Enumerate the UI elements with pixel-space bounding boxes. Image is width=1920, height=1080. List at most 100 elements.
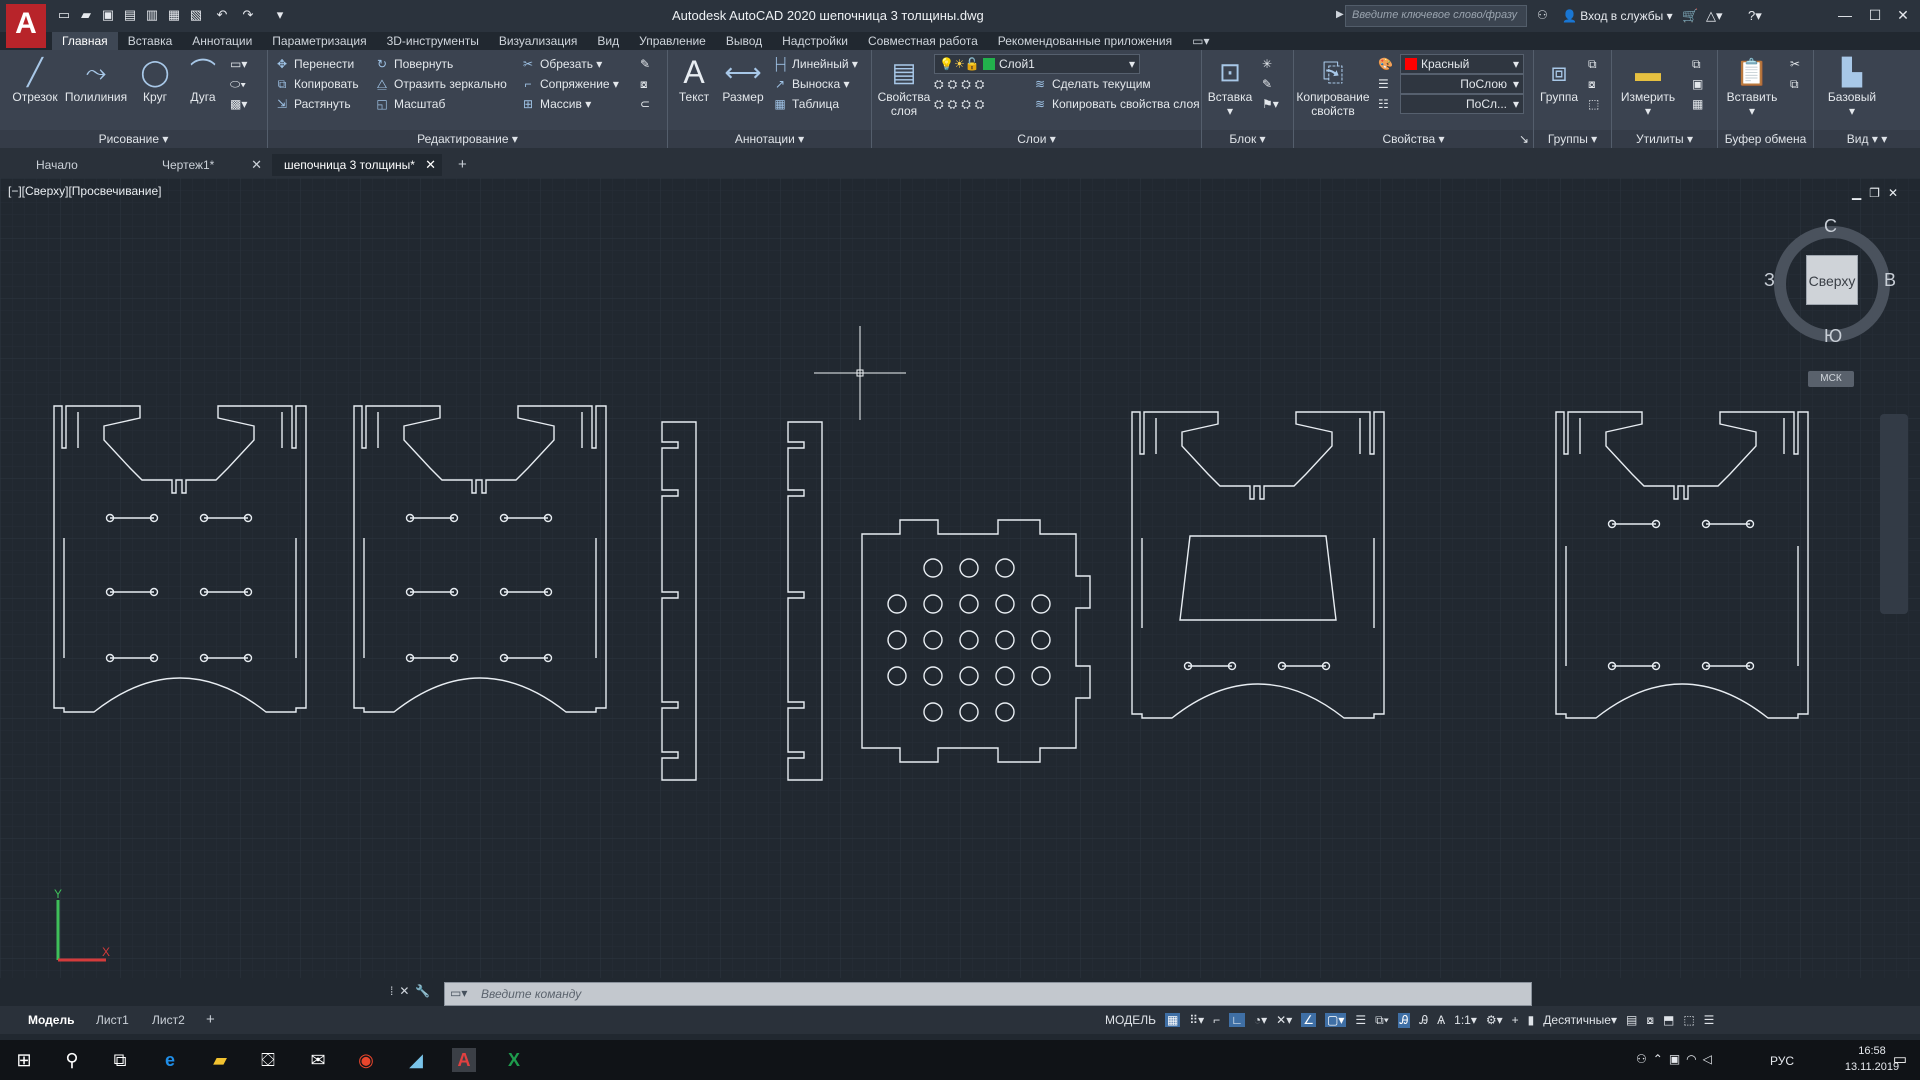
layout-tab-sheet2[interactable]: Лист2 bbox=[142, 1010, 195, 1030]
fillet-button[interactable]: ⌐ Сопряжение ▾ bbox=[520, 74, 618, 94]
leader-button[interactable]: ↗ Выноска ▾ bbox=[772, 74, 850, 94]
volume-icon[interactable]: ◁ bbox=[1703, 1052, 1718, 1066]
undo-icon[interactable]: ↶ bbox=[214, 7, 230, 23]
units-dropdown[interactable]: Десятичные▾ bbox=[1543, 1013, 1617, 1027]
rectangle-icon[interactable]: ▭▾ bbox=[230, 54, 247, 74]
scale-dropdown[interactable]: 1:1▾ bbox=[1454, 1013, 1477, 1027]
store-icon[interactable]: ⛋ bbox=[256, 1048, 280, 1072]
scale-button[interactable]: ◱ Масштаб bbox=[374, 94, 445, 114]
ribbon-tab-4[interactable]: Параметризация bbox=[262, 32, 376, 50]
autocad-logo-button[interactable]: A bbox=[6, 4, 46, 48]
cut-icon[interactable]: ✂ bbox=[1790, 54, 1800, 74]
properties-panel-title[interactable]: Свойства ▾ ↘ bbox=[1294, 130, 1533, 148]
object-snap-tracking-icon[interactable]: ∠ bbox=[1301, 1013, 1316, 1027]
open-icon[interactable]: ▰ bbox=[78, 7, 94, 23]
arc-tool-button[interactable]: ⌒ Дуга bbox=[176, 54, 230, 104]
ribbon-tab-8[interactable]: Управление bbox=[629, 32, 716, 50]
ortho-icon[interactable]: ∟ bbox=[1229, 1013, 1245, 1027]
selection-cycling-icon[interactable]: ⧉▾ bbox=[1375, 1013, 1389, 1028]
calculator-icon[interactable]: ▦ bbox=[1692, 94, 1703, 114]
trim-button[interactable]: ✂ Обрезать ▾ bbox=[520, 54, 602, 74]
windows-start-icon[interactable]: ⊞ bbox=[12, 1048, 36, 1072]
autocad-taskbar-icon[interactable]: A bbox=[452, 1048, 476, 1072]
quick-select-icon[interactable]: ⧉ bbox=[1692, 54, 1701, 74]
wcs-menu-button[interactable]: МСК bbox=[1808, 371, 1854, 387]
minimize-icon[interactable]: — bbox=[1830, 4, 1860, 26]
group-select-icon[interactable]: ⬚ bbox=[1588, 94, 1599, 114]
table-button[interactable]: ▦ Таблица bbox=[772, 94, 839, 114]
copy-clip-icon[interactable]: ⧉ bbox=[1790, 74, 1799, 94]
help-icon[interactable]: ?▾ bbox=[1748, 8, 1762, 24]
circle-tool-button[interactable]: ◯ Круг bbox=[128, 54, 182, 104]
close-icon[interactable]: ✕ bbox=[399, 984, 415, 998]
sign-in-button[interactable]: 👤 Вход в службы ▾ bbox=[1562, 9, 1673, 23]
search-icon[interactable]: ⚲ bbox=[60, 1048, 84, 1072]
viewcube-face-top[interactable]: Сверху bbox=[1806, 255, 1858, 305]
create-block-icon[interactable]: ✳ bbox=[1262, 54, 1272, 74]
layer-tools-row-1[interactable]: ⛭⛭⛭⛭ bbox=[934, 74, 988, 94]
save-as-icon[interactable]: ▤ bbox=[122, 7, 138, 23]
plot-preview-icon[interactable]: ▦ bbox=[166, 7, 182, 23]
hatch-icon[interactable]: ▩▾ bbox=[230, 94, 247, 114]
ribbon-tab-11[interactable]: Совместная работа bbox=[858, 32, 988, 50]
navigation-bar[interactable] bbox=[1880, 414, 1908, 614]
lineweight-toggle-icon[interactable]: ☰ bbox=[1355, 1013, 1366, 1027]
stretch-button[interactable]: ⇲ Растянуть bbox=[274, 94, 351, 114]
ungroup-icon[interactable]: ⧉ bbox=[1588, 54, 1597, 74]
linetype-dropdown[interactable]: ПоСл... ▾ bbox=[1400, 94, 1524, 114]
erase-icon[interactable]: ✎ bbox=[640, 54, 650, 74]
workspace-gear-icon[interactable]: ⚙▾ bbox=[1486, 1013, 1503, 1027]
layer-dropdown[interactable]: 💡☀🔓 Слой1 ▾ bbox=[934, 54, 1140, 74]
minimize-icon[interactable]: ▁ bbox=[1852, 186, 1869, 200]
layers-panel-title[interactable]: Слои ▾ bbox=[872, 130, 1201, 148]
app-shortcut-icon[interactable]: ◢ bbox=[404, 1048, 428, 1072]
input-language-indicator[interactable]: РУС bbox=[1770, 1054, 1794, 1068]
close-icon[interactable]: ✕ bbox=[251, 154, 262, 176]
command-prompt-icon[interactable]: ▭▾ bbox=[450, 986, 467, 1000]
save-icon[interactable]: ▣ bbox=[100, 7, 116, 23]
ribbon-tab-7[interactable]: Вид bbox=[587, 32, 629, 50]
ellipse-icon[interactable]: ⬭▾ bbox=[230, 74, 246, 94]
customize-toolbar-icon[interactable]: ▾ bbox=[272, 7, 288, 23]
base-view-button[interactable]: ▙ Базовый ▾ bbox=[1822, 54, 1882, 118]
edit-block-icon[interactable]: ✎ bbox=[1262, 74, 1272, 94]
layer-properties-button[interactable]: ▤ Свойства слоя bbox=[876, 54, 932, 118]
chrome-icon[interactable]: ◉ bbox=[354, 1048, 378, 1072]
ribbon-tab-10[interactable]: Надстройки bbox=[772, 32, 858, 50]
excel-icon[interactable]: X bbox=[502, 1048, 526, 1072]
drawing-viewport[interactable]: [−][Сверху][Просвечивание] ▁❐✕ Сверху С … bbox=[0, 178, 1920, 978]
ribbon-tab-2[interactable]: Вставка bbox=[118, 32, 183, 50]
command-line-tools[interactable]: ⁞✕🔧 bbox=[390, 984, 444, 1004]
rotate-button[interactable]: ↻ Повернуть bbox=[374, 54, 453, 74]
maximize-icon[interactable]: ☐ bbox=[1860, 4, 1890, 26]
infer-constraints-icon[interactable]: ⌐ bbox=[1213, 1013, 1220, 1027]
auto-scale-icon[interactable]: Ꭿ bbox=[1419, 1013, 1428, 1028]
match-properties-button[interactable]: ⎘ Копирование свойств bbox=[1296, 54, 1370, 118]
restore-icon[interactable]: ❐ bbox=[1869, 186, 1888, 200]
new-icon[interactable]: ▭ bbox=[56, 7, 72, 23]
lineweight-dropdown[interactable]: ПоСлою ▾ bbox=[1400, 74, 1524, 94]
move-button[interactable]: ✥ Перенести bbox=[274, 54, 354, 74]
redo-icon[interactable]: ↷ bbox=[240, 7, 256, 23]
isodraft-icon[interactable]: ✕▾ bbox=[1276, 1013, 1292, 1027]
annotation-visibility-icon[interactable]: Ꭿ bbox=[1397, 1012, 1411, 1028]
wifi-icon[interactable]: ◠ bbox=[1686, 1052, 1702, 1066]
line-tool-button[interactable]: ╱ Отрезок bbox=[8, 54, 62, 104]
customize-icon[interactable]: 🔧 bbox=[415, 984, 436, 998]
search-expand-icon[interactable]: ▶ bbox=[1336, 9, 1344, 20]
people-icon[interactable]: ⚇ bbox=[1636, 1052, 1653, 1066]
close-icon[interactable]: ✕ bbox=[1888, 186, 1906, 200]
utilities-panel-title[interactable]: Утилиты ▾ bbox=[1612, 130, 1717, 148]
ribbon-tab-6[interactable]: Визуализация bbox=[489, 32, 588, 50]
clean-screen-icon[interactable]: ⬚ bbox=[1683, 1013, 1694, 1027]
edge-browser-icon[interactable]: e bbox=[158, 1048, 182, 1072]
block-attributes-icon[interactable]: ⚑▾ bbox=[1262, 94, 1279, 114]
copy-button[interactable]: ⧉ Копировать bbox=[274, 74, 359, 94]
antivirus-icon[interactable]: ▣ bbox=[1669, 1052, 1686, 1066]
customization-menu-icon[interactable]: ☰ bbox=[1704, 1013, 1715, 1027]
ribbon-minimize-icon[interactable]: ▭▾ bbox=[1182, 32, 1219, 50]
close-icon[interactable]: ✕ bbox=[425, 154, 436, 176]
ribbon-tab-3[interactable]: Аннотации bbox=[182, 32, 262, 50]
cart-icon[interactable]: 🛒 bbox=[1682, 8, 1698, 24]
file-tab-start[interactable]: Начало bbox=[24, 154, 144, 176]
